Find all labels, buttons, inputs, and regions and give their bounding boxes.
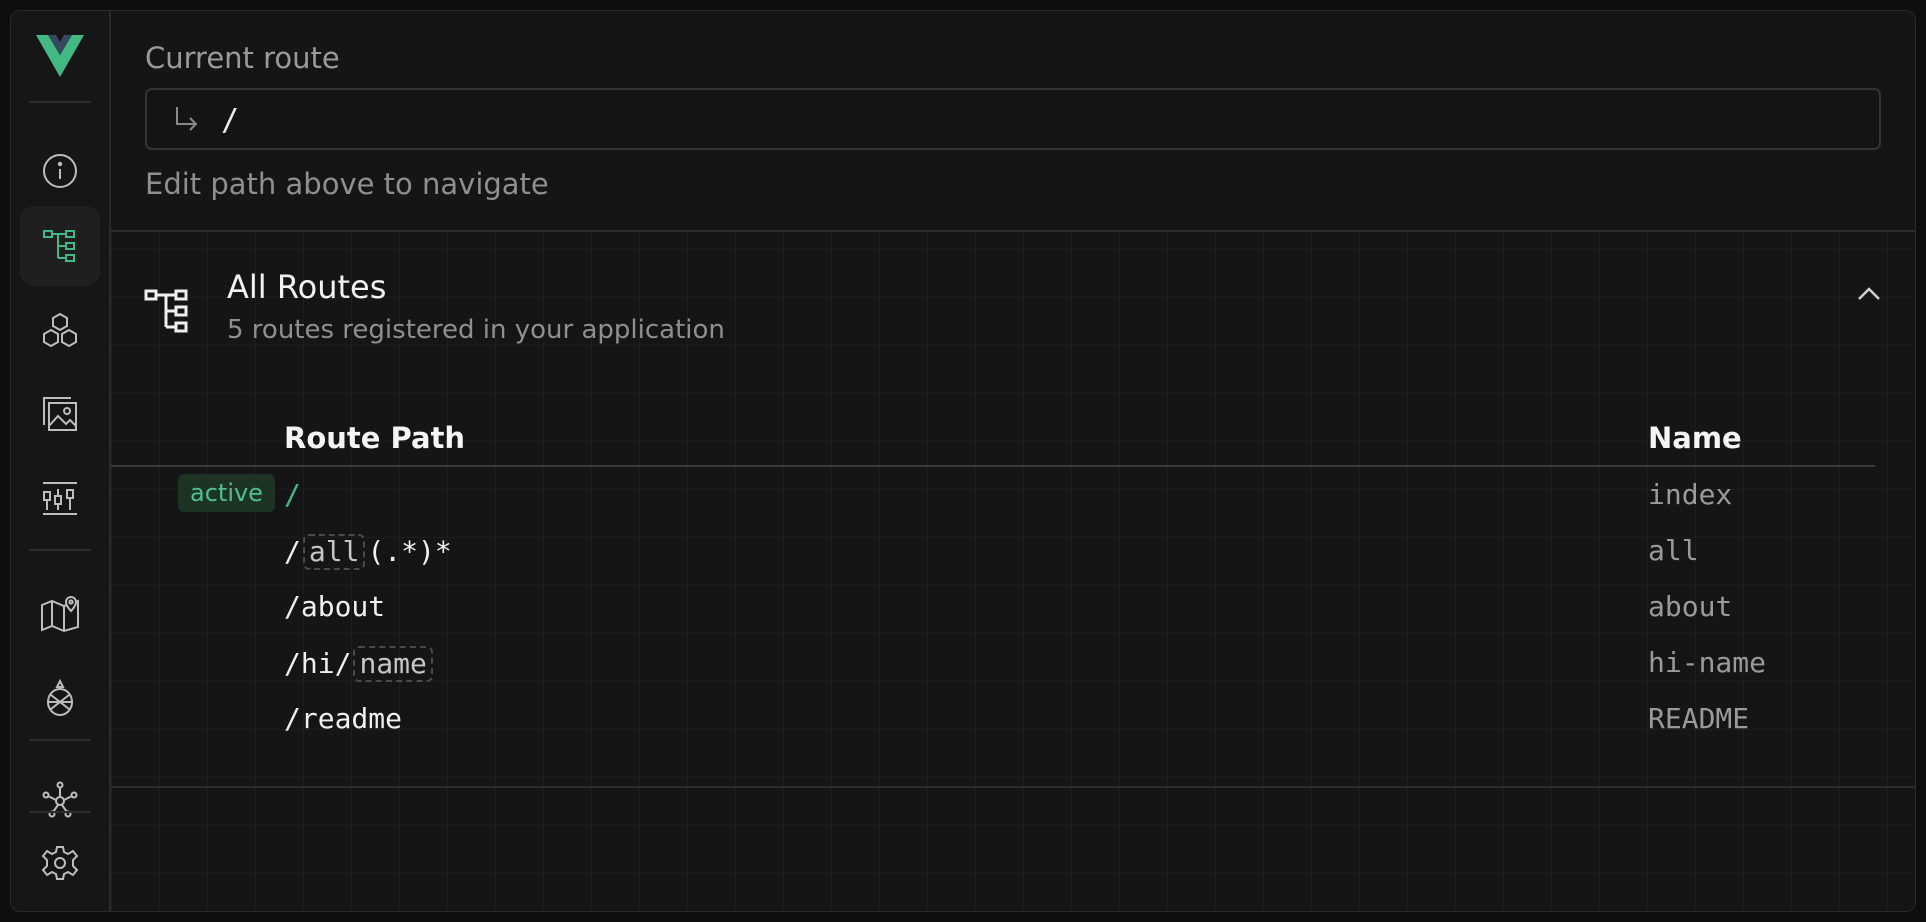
navigate-hint: Edit path above to navigate bbox=[145, 167, 549, 201]
sidebar-item-assets[interactable] bbox=[20, 374, 100, 454]
route-name: about bbox=[1648, 590, 1733, 623]
current-route-input[interactable] bbox=[219, 98, 1863, 142]
corner-down-right-arrow-icon bbox=[176, 107, 198, 131]
all-routes-title: All Routes bbox=[227, 268, 387, 306]
route-name: hi-name bbox=[1648, 646, 1767, 679]
vue-logo-icon bbox=[36, 35, 84, 77]
components-icon bbox=[43, 312, 77, 348]
route-path: /hi/name bbox=[284, 646, 435, 682]
gear-icon bbox=[41, 846, 79, 880]
table-header-rule bbox=[111, 465, 1875, 467]
column-header-name[interactable]: Name bbox=[1648, 421, 1742, 455]
route-path: /about bbox=[284, 590, 386, 623]
sidebar-divider bbox=[29, 811, 91, 813]
route-name: README bbox=[1648, 702, 1750, 735]
pinia-icon bbox=[47, 678, 73, 716]
sidebar-divider bbox=[29, 549, 91, 551]
sidebar-item-settings[interactable] bbox=[20, 823, 100, 903]
graph-icon bbox=[42, 781, 78, 818]
sidebar-item-components[interactable] bbox=[20, 290, 100, 370]
timeline-icon bbox=[43, 482, 77, 515]
table-row[interactable]: /hi/name hi-name bbox=[111, 636, 1871, 692]
route-param: all bbox=[302, 534, 366, 570]
sidebar-item-info[interactable] bbox=[20, 131, 100, 211]
image-icon bbox=[43, 397, 77, 431]
all-routes-subtitle: 5 routes registered in your application bbox=[227, 315, 725, 345]
route-param: name bbox=[353, 646, 433, 682]
route-path: /readme bbox=[284, 702, 403, 735]
sidebar-divider bbox=[29, 101, 91, 103]
route-tree-icon bbox=[43, 230, 75, 262]
column-header-route-path[interactable]: Route Path bbox=[284, 421, 465, 455]
route-path: / bbox=[284, 478, 301, 511]
map-pin-icon bbox=[41, 595, 79, 633]
sidebar-item-timeline[interactable] bbox=[20, 458, 100, 538]
sidebar-item-pinia[interactable] bbox=[20, 658, 100, 738]
table-row[interactable]: / all (.*)* all bbox=[111, 524, 1871, 580]
route-path: / all (.*)* bbox=[284, 534, 452, 570]
main-panel: Current route Edit path above to navigat… bbox=[111, 11, 1915, 911]
route-tree-icon bbox=[144, 289, 188, 333]
sidebar-item-routes[interactable] bbox=[20, 206, 100, 286]
route-input-container[interactable] bbox=[145, 88, 1881, 150]
table-row[interactable]: /readme README bbox=[111, 692, 1871, 748]
current-route-label: Current route bbox=[145, 41, 340, 75]
devtools-window: Current route Edit path above to navigat… bbox=[10, 10, 1916, 912]
route-name: index bbox=[1648, 478, 1733, 511]
sidebar-item-router-map[interactable] bbox=[20, 573, 100, 653]
info-icon bbox=[43, 154, 77, 188]
route-name: all bbox=[1648, 534, 1699, 567]
chevron-up-icon[interactable] bbox=[1854, 279, 1884, 309]
section-divider bbox=[111, 786, 1915, 788]
sidebar bbox=[11, 11, 111, 911]
current-route-panel: Current route Edit path above to navigat… bbox=[111, 11, 1915, 232]
table-row[interactable]: /about about bbox=[111, 580, 1871, 636]
table-row[interactable]: active / index bbox=[111, 468, 1871, 524]
active-badge: active bbox=[178, 474, 275, 512]
sidebar-divider bbox=[29, 739, 91, 741]
